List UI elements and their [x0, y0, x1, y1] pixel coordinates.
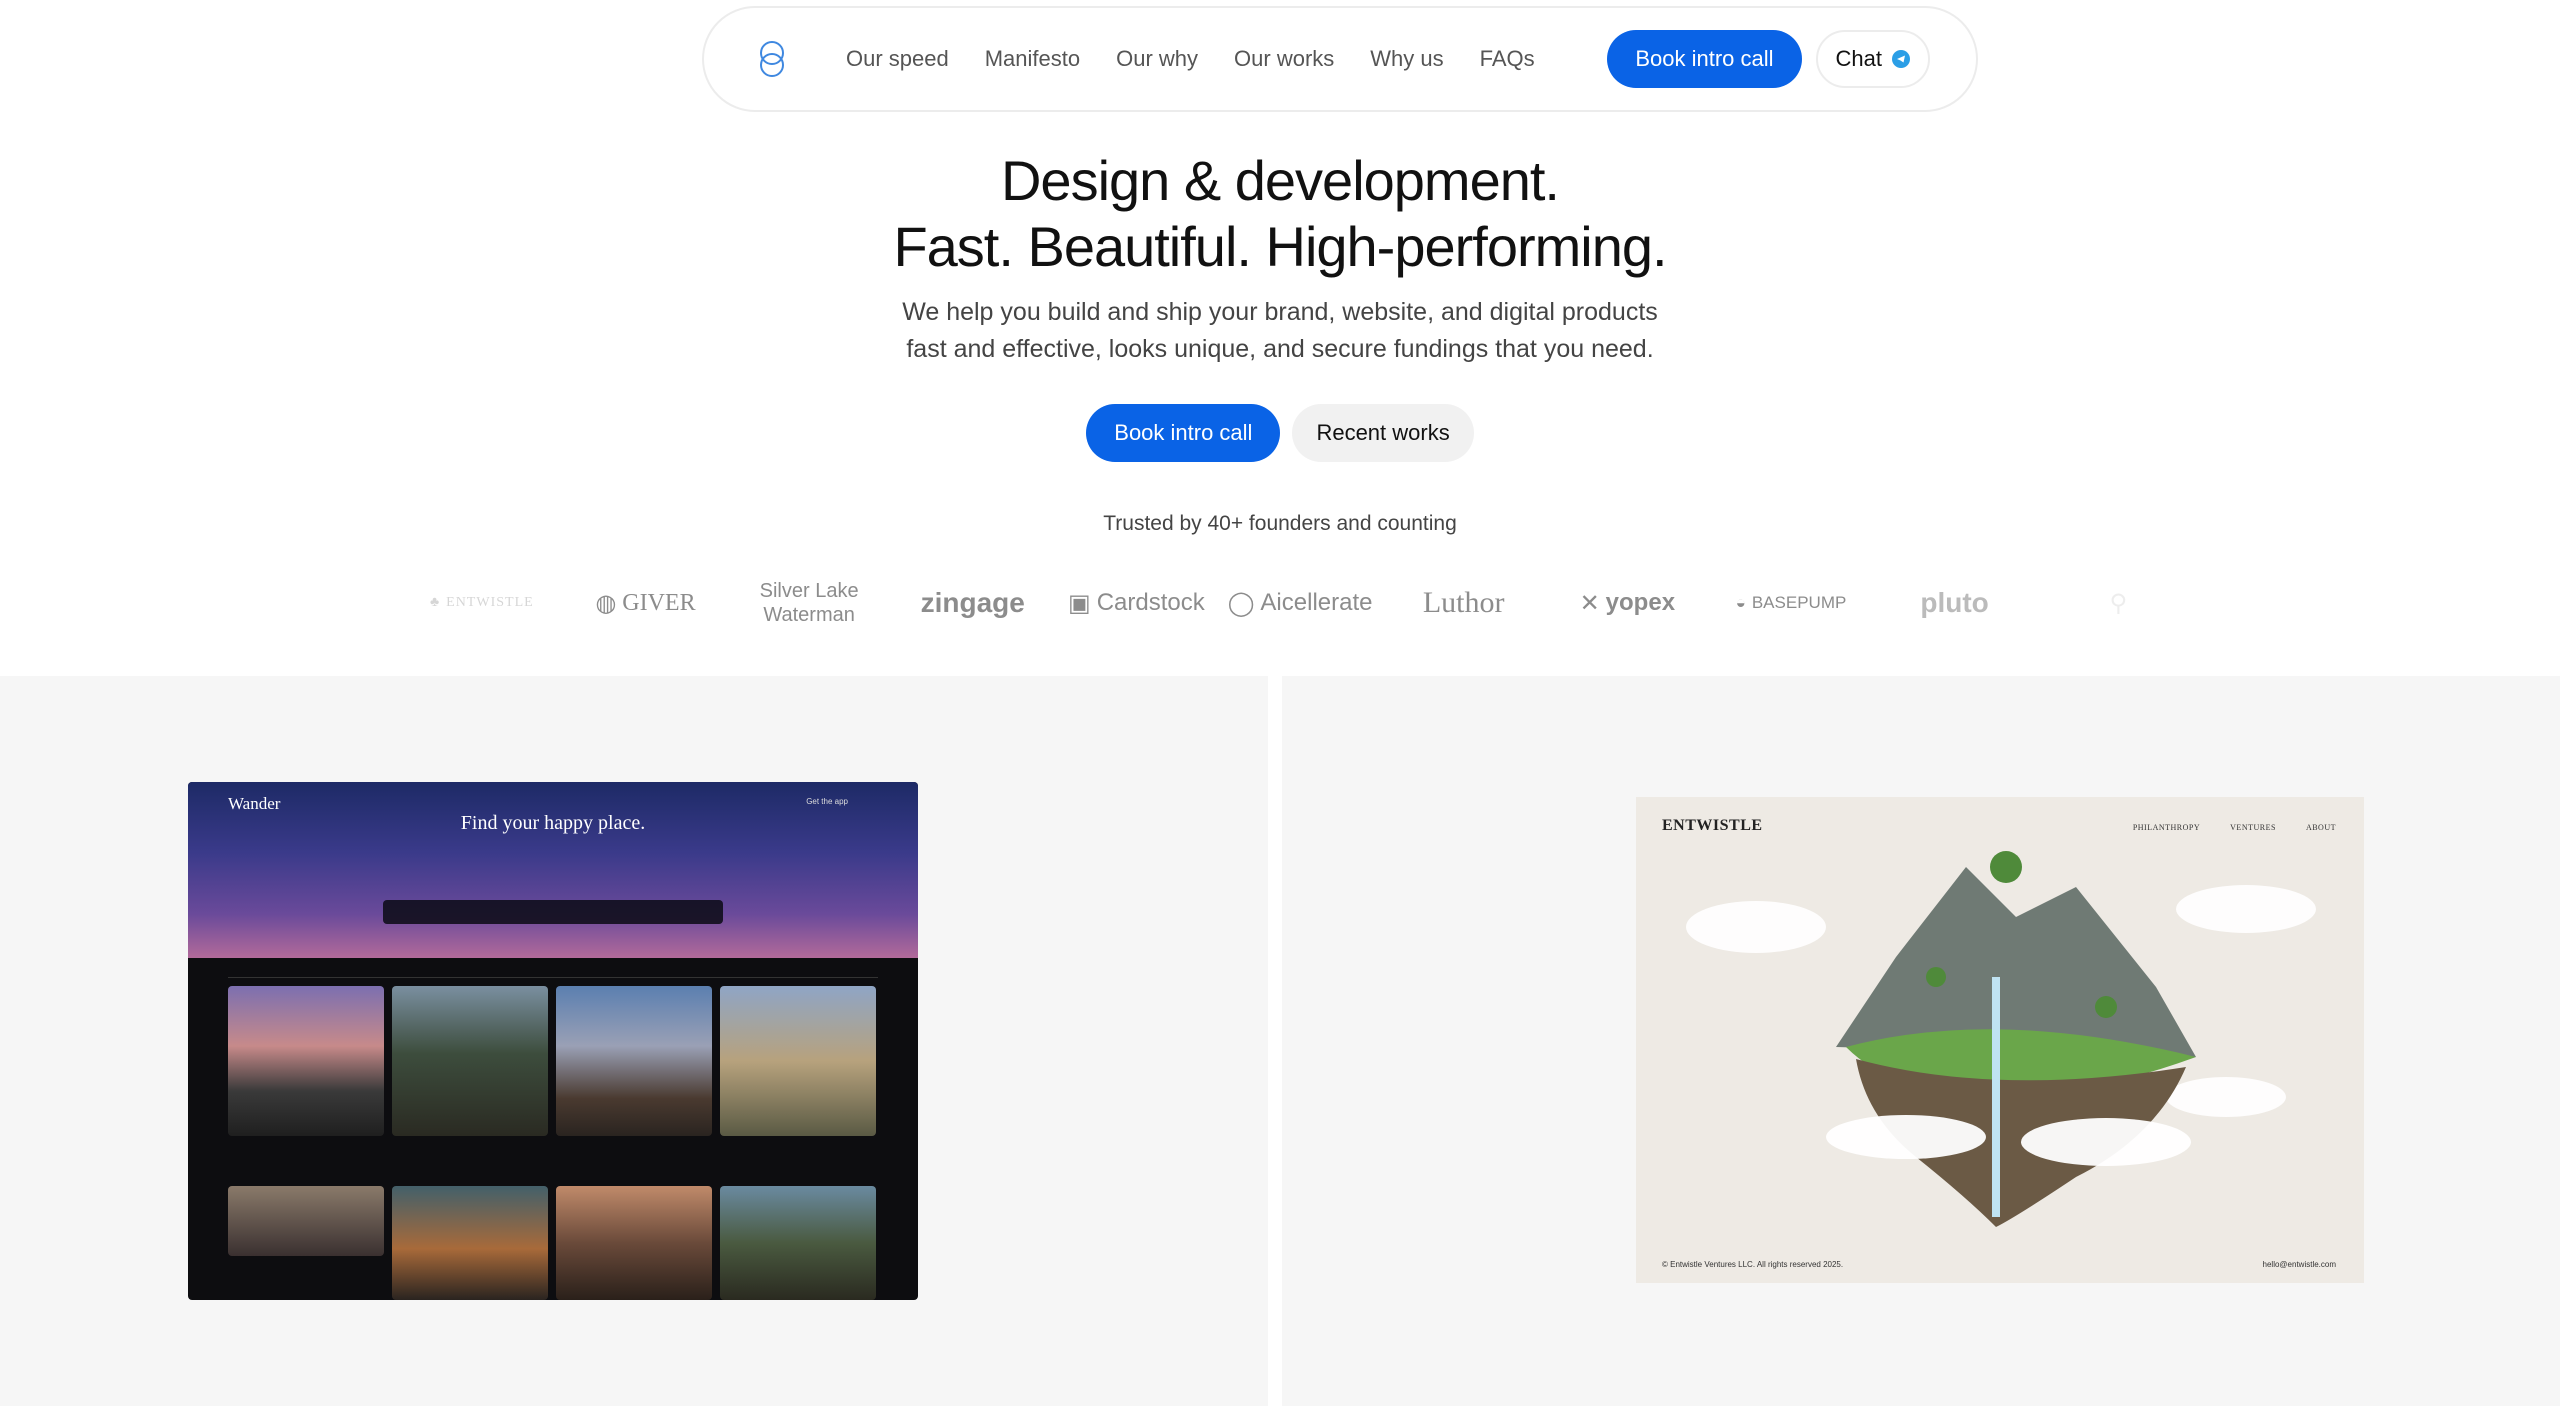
- logo-giver: ◍ GIVER: [564, 589, 728, 618]
- top-nav: Our speed Manifesto Our why Our works Wh…: [702, 6, 1978, 112]
- logo-aicellerate: ◯ Aicellerate: [1218, 589, 1382, 618]
- entwistle-footer-email: hello@entwistle.com: [2262, 1260, 2336, 1269]
- wander-get-app: Get the app: [806, 797, 848, 806]
- nav-links: Our speed Manifesto Our why Our works Wh…: [846, 46, 1607, 72]
- nav-link-faqs[interactable]: FAQs: [1480, 46, 1535, 72]
- hero-subtitle: We help you build and ship your brand, w…: [0, 294, 2560, 368]
- entwistle-footer-copyright: © Entwistle Ventures LLC. All rights res…: [1662, 1260, 1844, 1269]
- property-card: [392, 986, 548, 1136]
- wander-hero-sky: [188, 782, 918, 958]
- cardstock-mark-icon: ▣: [1068, 589, 1091, 617]
- yopex-mark-icon: ✕: [1579, 589, 1600, 617]
- hero-title-line-2: Fast. Beautiful. High-performing.: [893, 215, 1667, 278]
- giver-mark-icon: ◍: [595, 590, 617, 617]
- wander-tagline: Find your happy place.: [460, 812, 646, 834]
- partial-logo-icon: ⚲: [2109, 589, 2128, 617]
- logo-pluto: pluto: [1920, 587, 1989, 618]
- property-card: [228, 1186, 384, 1256]
- logo-giver-text: GIVER: [622, 589, 696, 616]
- client-logo-strip: ♣ ENTWISTLE ◍ GIVER Silver Lake Waterman…: [400, 570, 2200, 636]
- logo-basepump: ◒ BASEPUMP: [1709, 593, 1873, 613]
- logo-yopex: ✕ yopex: [1545, 589, 1709, 618]
- recent-works-button[interactable]: Recent works: [1292, 404, 1474, 462]
- logo-partial: ⚲: [2036, 589, 2200, 618]
- logo-zingage: zingage: [920, 587, 1025, 618]
- chat-button[interactable]: Chat: [1815, 30, 1930, 88]
- trusted-by-text: Trusted by 40+ founders and counting: [1103, 512, 1457, 535]
- property-card: [392, 1186, 548, 1300]
- basepump-mark-icon: ◒: [1735, 593, 1746, 612]
- hero-book-intro-call-button[interactable]: Book intro call: [1086, 404, 1281, 462]
- tree-icon: ♣: [429, 595, 441, 610]
- hero-cta-group: Book intro call Recent works: [0, 404, 2560, 462]
- logo-yopex-text: yopex: [1605, 589, 1676, 616]
- property-card: [556, 986, 712, 1136]
- nav-link-manifesto[interactable]: Manifesto: [985, 46, 1080, 72]
- property-card: [228, 986, 384, 1136]
- telegram-icon: [1892, 50, 1910, 68]
- entwistle-project-preview[interactable]: ENTWISTLE PHILANTHROPY VENTURES ABOUT © …: [1636, 797, 2364, 1283]
- wander-brand: Wander: [228, 794, 281, 813]
- hero-title-line-1: Design & development.: [1000, 149, 1560, 212]
- wander-project-preview[interactable]: Wander Find your happy place. Get the ap…: [188, 782, 918, 1300]
- nav-link-our-why[interactable]: Our why: [1116, 46, 1198, 72]
- wander-search-bar: [383, 900, 723, 924]
- hero-subtitle-line-2: fast and effective, looks unique, and se…: [906, 335, 1654, 363]
- nav-book-intro-call-button[interactable]: Book intro call: [1607, 30, 1802, 88]
- chat-button-label: Chat: [1835, 46, 1882, 71]
- aicellerate-mark-icon: ◯: [1227, 589, 1255, 617]
- logo-cardstock: ▣ Cardstock: [1055, 589, 1219, 618]
- nav-link-our-speed[interactable]: Our speed: [846, 46, 949, 72]
- property-card: [720, 986, 876, 1136]
- property-card: [720, 1186, 876, 1300]
- wander-filter-bar: [228, 964, 878, 978]
- logo-cardstock-text: Cardstock: [1096, 589, 1205, 616]
- hero-subtitle-line-1: We help you build and ship your brand, w…: [902, 298, 1658, 326]
- floating-island-illustration: [1686, 851, 2316, 1227]
- logo-entwistle: ♣ ENTWISTLE: [400, 595, 564, 611]
- logo-entwistle-text: ENTWISTLE: [446, 595, 534, 610]
- nav-link-our-works[interactable]: Our works: [1234, 46, 1334, 72]
- logo-silver-lake-waterman: Silver Lake Waterman: [759, 580, 859, 626]
- hero-title: Design & development. Fast. Beautiful. H…: [0, 148, 2560, 280]
- nav-link-why-us[interactable]: Why us: [1370, 46, 1443, 72]
- logo-luthor: Luthor: [1422, 586, 1505, 619]
- logo-basepump-text: BASEPUMP: [1751, 593, 1847, 612]
- logo-aicellerate-text: Aicellerate: [1260, 589, 1373, 616]
- brand-logo-icon[interactable]: [750, 37, 794, 81]
- property-card: [556, 1186, 712, 1300]
